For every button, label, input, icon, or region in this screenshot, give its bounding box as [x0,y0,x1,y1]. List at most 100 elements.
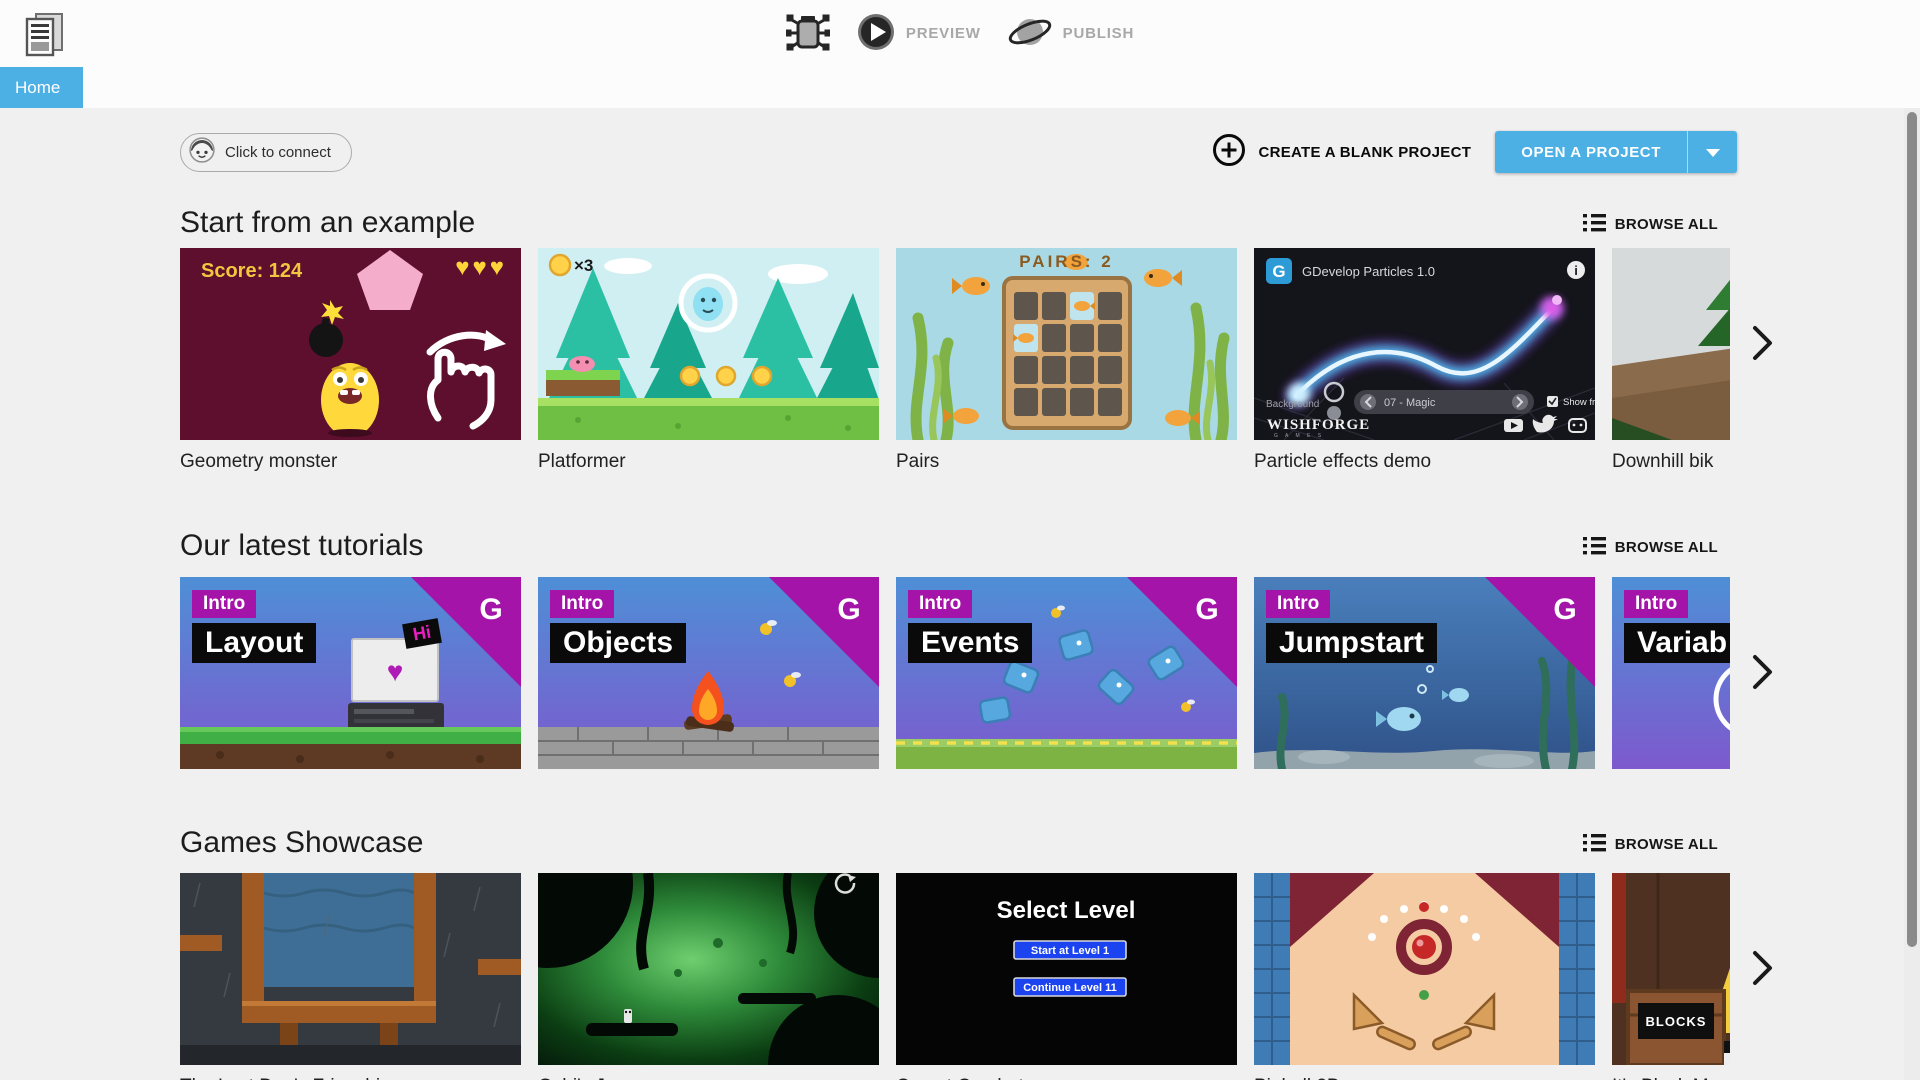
showcase-title: Games Showcase [180,826,424,859]
tutorial-objects-thumbnail: G Intro Objects [538,577,879,769]
chevron-right-icon [1750,654,1774,693]
tutorial-card-jumpstart[interactable]: G Intro Jumpstart [1254,577,1595,769]
tutorial-badge: Intro [1266,590,1331,618]
tutorials-row: ♥ G Intro Layout Hi G Intro Objects G In… [180,577,1920,769]
tutorial-card-variables[interactable]: +1 G Intro Variab [1612,577,1730,769]
card-label: Downhill bik [1612,451,1714,472]
examples-browse-all-label: BROWSE ALL [1614,216,1718,233]
card-label: It's Block Ma [1612,1076,1730,1080]
blockman-thumbnail: BLOCKS [1612,873,1730,1065]
tutorial-badge: Intro [550,590,615,618]
tutorials-title: Our latest tutorials [180,529,424,562]
svg-text:Select Level: Select Level [997,897,1136,924]
svg-text:♥: ♥ [387,656,404,687]
play-icon [856,12,896,56]
open-project-button[interactable]: OPEN A PROJECT [1495,131,1687,173]
showcase-card-lost-dog[interactable]: The Lost Dog's Frienship [180,873,521,1080]
tutorial-card-events[interactable]: G Intro Events [896,577,1237,769]
publish-label: PUBLISH [1062,25,1135,42]
chevron-right-icon [1750,950,1774,989]
examples-section-header: Start from an example BROWSE ALL [180,206,1718,240]
svg-text:G A M E S: G A M E S [1274,433,1324,439]
tutorial-badge: Intro [1624,590,1689,618]
tutorial-title: Variab [1624,623,1730,663]
tab-bar: Home [0,67,1920,108]
card-label: Platformer [538,451,626,472]
debugger-button[interactable] [784,11,832,57]
top-actions-row: Click to connect CREATE A BLANK PROJECT [180,130,1737,174]
publish-button[interactable]: PUBLISH [1007,12,1134,56]
tutorial-title: Jumpstart [1266,623,1438,663]
tutorial-jumpstart-thumbnail: G Intro Jumpstart [1254,577,1595,769]
showcase-next-button[interactable] [1742,945,1782,993]
showcase-card-blockman[interactable]: BLOCKS It's Bloc [1612,873,1730,1080]
scrollbar-thumb[interactable] [1907,112,1917,947]
examples-row: Score: 124 ♥♥♥ Geometry monster ×3 Platf… [180,248,1920,473]
svg-text:WISHFORGE: WISHFORGE [1267,417,1370,433]
create-blank-label: CREATE A BLANK PROJECT [1258,143,1472,161]
showcase-browse-all-button[interactable]: BROWSE ALL [1582,833,1718,860]
examples-browse-all-button[interactable]: BROWSE ALL [1582,213,1718,240]
tutorials-next-button[interactable] [1742,649,1782,697]
home-content: Click to connect CREATE A BLANK PROJECT [0,108,1920,1080]
gdevelop-home: PREVIEW PUBLISH Home Click to connect CR… [0,0,1920,1080]
scrollbar-track[interactable] [1904,108,1920,1080]
chevron-right-icon [1750,325,1774,364]
lost-dog-thumbnail [180,873,521,1065]
oshi-thumbnail [538,873,879,1065]
example-card-platformer[interactable]: ×3 Platformer [538,248,879,473]
create-blank-project-button[interactable]: CREATE A BLANK PROJECT [1212,133,1471,171]
coin-counter: ×3 [574,256,594,275]
geometry-monster-thumbnail: Score: 124 ♥♥♥ [180,248,521,440]
card-label: Geometry monster [180,451,338,472]
example-card-pairs[interactable]: PAIRS: 2 Pairs [896,248,1237,473]
showcase-row: The Lost Dog's Frienship [180,873,1920,1080]
showcase-browse-all-label: BROWSE ALL [1614,836,1718,853]
hearts-display: ♥♥♥ [455,254,507,281]
avatar-icon [189,137,215,167]
card-label: Comet Combat [896,1076,1237,1080]
tutorials-browse-all-button[interactable]: BROWSE ALL [1582,536,1718,563]
showcase-card-oshi[interactable]: Oshi's Journey [538,873,879,1080]
svg-text:BLOCKS: BLOCKS [1646,1014,1707,1029]
svg-text:GDevelop Particles 1.0: GDevelop Particles 1.0 [1302,264,1435,279]
tab-home-label: Home [15,77,61,97]
tutorial-layout-thumbnail: ♥ G Intro Layout Hi [180,577,521,769]
example-card-downhill[interactable]: Downhill bik [1612,248,1730,473]
connect-button[interactable]: Click to connect [180,132,352,172]
bug-icon [784,11,832,57]
card-label: The Lost Dog's Frienship [180,1076,521,1080]
tutorial-title: Objects [550,623,687,663]
tutorial-badge: Intro [192,590,257,618]
card-label: Pinball 2D [1254,1076,1595,1080]
tutorial-variables-thumbnail: +1 G Intro Variab [1612,577,1730,769]
connect-label: Click to connect [225,143,331,161]
examples-next-button[interactable] [1742,320,1782,368]
example-card-particle-effects[interactable]: G GDevelop Particles 1.0 i Background 07… [1254,248,1595,473]
tutorial-title: Layout [192,623,317,663]
showcase-section-header: Games Showcase BROWSE ALL [180,826,1718,860]
tutorials-browse-all-label: BROWSE ALL [1614,539,1718,556]
tutorial-card-objects[interactable]: G Intro Objects [538,577,879,769]
open-project-dropdown-button[interactable] [1687,131,1737,173]
showcase-card-comet-combat[interactable]: Select Level Start at Level 1 Continue L… [896,873,1237,1080]
main-toolbar: PREVIEW PUBLISH [0,0,1920,67]
tutorial-title: Events [908,623,1033,663]
showcase-card-pinball[interactable]: Pinball 2D [1254,873,1595,1080]
svg-text:Start at Level 1: Start at Level 1 [1031,945,1109,957]
planet-icon [1007,12,1053,56]
list-icon [1582,536,1606,559]
preview-label: PREVIEW [905,25,981,42]
particles-thumbnail: G GDevelop Particles 1.0 i Background 07… [1254,248,1595,440]
list-icon [1582,213,1606,236]
example-card-geometry-monster[interactable]: Score: 124 ♥♥♥ Geometry monster [180,248,521,473]
preview-button[interactable]: PREVIEW [856,12,981,56]
svg-text:G: G [1195,593,1218,626]
svg-text:G: G [837,593,860,626]
tab-home[interactable]: Home [0,67,83,108]
list-icon [1582,833,1606,856]
card-label: Pairs [896,451,940,472]
card-label: Oshi's Journey [538,1076,879,1080]
svg-text:Continue Level 11: Continue Level 11 [1023,982,1117,994]
tutorial-card-layout[interactable]: ♥ G Intro Layout Hi [180,577,521,769]
